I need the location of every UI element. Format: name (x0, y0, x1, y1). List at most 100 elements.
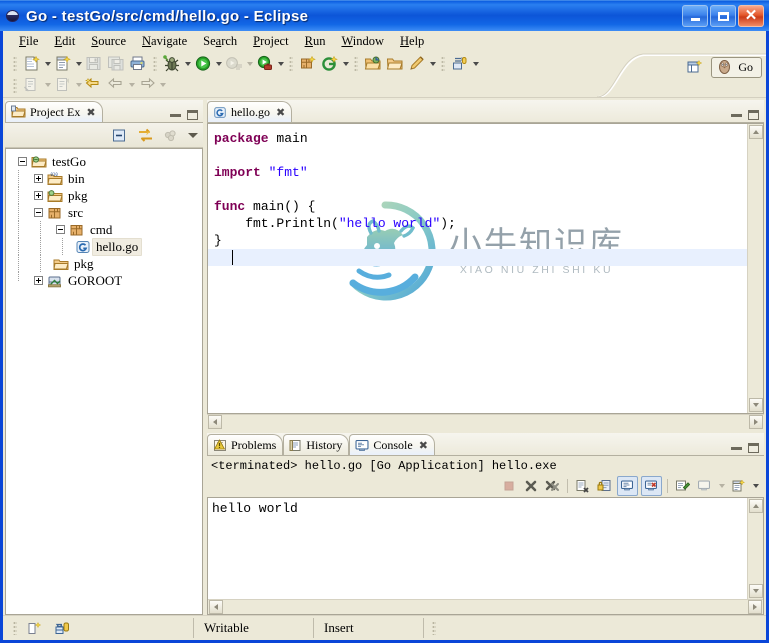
project-explorer-minimize-icon[interactable] (170, 113, 181, 117)
console-vertical-scrollbar[interactable] (747, 498, 763, 599)
tab-hello-go[interactable]: hello.go ✖ (207, 101, 293, 122)
back-icon[interactable] (105, 75, 127, 96)
tab-console-close[interactable]: ✖ (419, 439, 428, 452)
tab-project-explorer[interactable]: Project Ex ✖ (5, 101, 103, 122)
clear-console-icon[interactable] (573, 477, 592, 495)
save-all-icon[interactable] (105, 53, 127, 74)
toolbar-grip[interactable] (13, 56, 17, 71)
open-perspective-icon[interactable] (684, 57, 706, 78)
collapse-all-icon[interactable] (108, 125, 130, 146)
console-output[interactable]: hello world (208, 498, 747, 599)
debug-icon[interactable] (161, 53, 183, 74)
console-horizontal-scrollbar[interactable] (208, 599, 763, 614)
perspective-go-button[interactable]: Go (711, 56, 762, 78)
tree-item-goroot[interactable]: GOROOT (6, 272, 202, 289)
run-dropdown-icon[interactable] (214, 53, 223, 74)
show-console-on-output-icon[interactable] (617, 476, 638, 496)
open-task-dropdown-icon[interactable] (74, 75, 83, 96)
console-scroll-down-button[interactable] (748, 584, 763, 598)
last-edit-location-icon[interactable] (83, 75, 105, 96)
pin-console-icon[interactable] (673, 477, 692, 495)
tree-item-cmd[interactable]: cmd (6, 221, 202, 238)
new-go-file-icon[interactable] (52, 53, 74, 74)
new-go-project-dropdown-icon[interactable] (341, 53, 350, 74)
display-selected-console-icon[interactable] (695, 477, 714, 495)
remove-all-terminated-icon[interactable] (543, 477, 562, 495)
toolbar-grip-2[interactable] (153, 56, 157, 71)
menu-source[interactable]: Source (83, 32, 134, 51)
link-with-editor-icon[interactable] (134, 125, 156, 146)
save-icon[interactable] (83, 53, 105, 74)
writable-state-icon[interactable] (23, 618, 45, 639)
menu-run[interactable]: Run (297, 32, 334, 51)
editor-horizontal-scrollbar[interactable] (207, 414, 764, 429)
menu-project[interactable]: Project (245, 32, 296, 51)
console-scroll-left-button[interactable] (209, 600, 223, 614)
display-selected-console-dropdown-icon[interactable] (717, 476, 726, 497)
open-type-dropdown-icon[interactable] (43, 75, 52, 96)
tab-project-explorer-close[interactable]: ✖ (86, 106, 95, 119)
print-icon[interactable] (127, 53, 149, 74)
debug-dropdown-icon[interactable] (183, 53, 192, 74)
editor-scroll-left-button[interactable] (208, 415, 222, 429)
new-wizard-icon[interactable] (21, 53, 43, 74)
menu-file[interactable]: File (11, 32, 46, 51)
editor-vertical-scrollbar[interactable] (747, 124, 763, 413)
forward-dropdown-icon[interactable] (158, 75, 167, 96)
tab-console[interactable]: Console ✖ (349, 434, 435, 455)
expander-src[interactable] (30, 204, 46, 221)
scroll-lock-icon[interactable] (595, 477, 614, 495)
menu-navigate[interactable]: Navigate (134, 32, 195, 51)
open-resource-icon[interactable] (362, 53, 384, 74)
tree-item-pkg[interactable]: pkg (6, 187, 202, 204)
view-menu-icon[interactable] (160, 125, 182, 146)
editor-maximize-icon[interactable] (748, 110, 759, 120)
tree-item-hello-go[interactable]: hello.go (6, 237, 202, 256)
next-annotation-icon[interactable] (449, 53, 471, 74)
show-console-on-error-icon[interactable] (641, 476, 662, 496)
console-scroll-right-button[interactable] (748, 600, 762, 614)
toolbar-grip-3[interactable] (289, 56, 293, 71)
menu-help[interactable]: Help (392, 32, 432, 51)
new-package-icon[interactable] (297, 53, 319, 74)
menu-window[interactable]: Window (333, 32, 392, 51)
new-wizard-dropdown-icon[interactable] (43, 53, 52, 74)
tree-item-bin[interactable]: 010 bin (6, 170, 202, 187)
tree-item-src-pkg[interactable]: pkg (6, 255, 202, 272)
remove-launch-icon[interactable] (521, 477, 540, 495)
view-menu-chevron-icon[interactable] (186, 125, 199, 146)
pencil-icon[interactable] (406, 53, 428, 74)
external-tools-icon[interactable] (254, 53, 276, 74)
external-tools-dropdown-icon[interactable] (276, 53, 285, 74)
tree-item-testgo[interactable]: testGo (6, 153, 202, 170)
open-console-icon[interactable] (729, 477, 748, 495)
open-task-icon[interactable] (52, 75, 74, 96)
editor-minimize-icon[interactable] (731, 113, 742, 117)
new-go-project-icon[interactable] (319, 53, 341, 74)
open-type-icon[interactable] (21, 75, 43, 96)
code-canvas[interactable]: 小牛知识库 XIAO NIU ZHI SHI KU package main i… (208, 124, 747, 413)
run-last-tool-icon[interactable] (223, 53, 245, 74)
expander-goroot[interactable] (30, 272, 46, 289)
console-maximize-icon[interactable] (748, 443, 759, 453)
expander-cmd[interactable] (52, 221, 68, 238)
source-code[interactable]: package main import "fmt" func main() { … (214, 130, 747, 249)
next-annotation-dropdown-icon[interactable] (471, 53, 480, 74)
toolbar-grip-5[interactable] (441, 56, 445, 71)
run-last-tool-dropdown-icon[interactable] (245, 53, 254, 74)
expander-pkg[interactable] (30, 187, 46, 204)
console-minimize-icon[interactable] (731, 446, 742, 450)
status-bar-grip[interactable] (13, 621, 17, 635)
expander-bin[interactable] (30, 170, 46, 187)
editor-scroll-down-button[interactable] (748, 398, 763, 412)
tab-problems[interactable]: Problems (207, 434, 284, 455)
run-icon[interactable] (192, 53, 214, 74)
pencil-dropdown-icon[interactable] (428, 53, 437, 74)
close-button[interactable]: ✕ (738, 5, 764, 27)
open-console-dropdown-icon[interactable] (751, 476, 760, 497)
tab-history[interactable]: History (283, 434, 350, 455)
maximize-button[interactable] (710, 5, 736, 27)
toolbar-grip-4[interactable] (354, 56, 358, 71)
smart-insert-icon[interactable] (51, 618, 73, 639)
console-scroll-up-button[interactable] (748, 499, 763, 513)
